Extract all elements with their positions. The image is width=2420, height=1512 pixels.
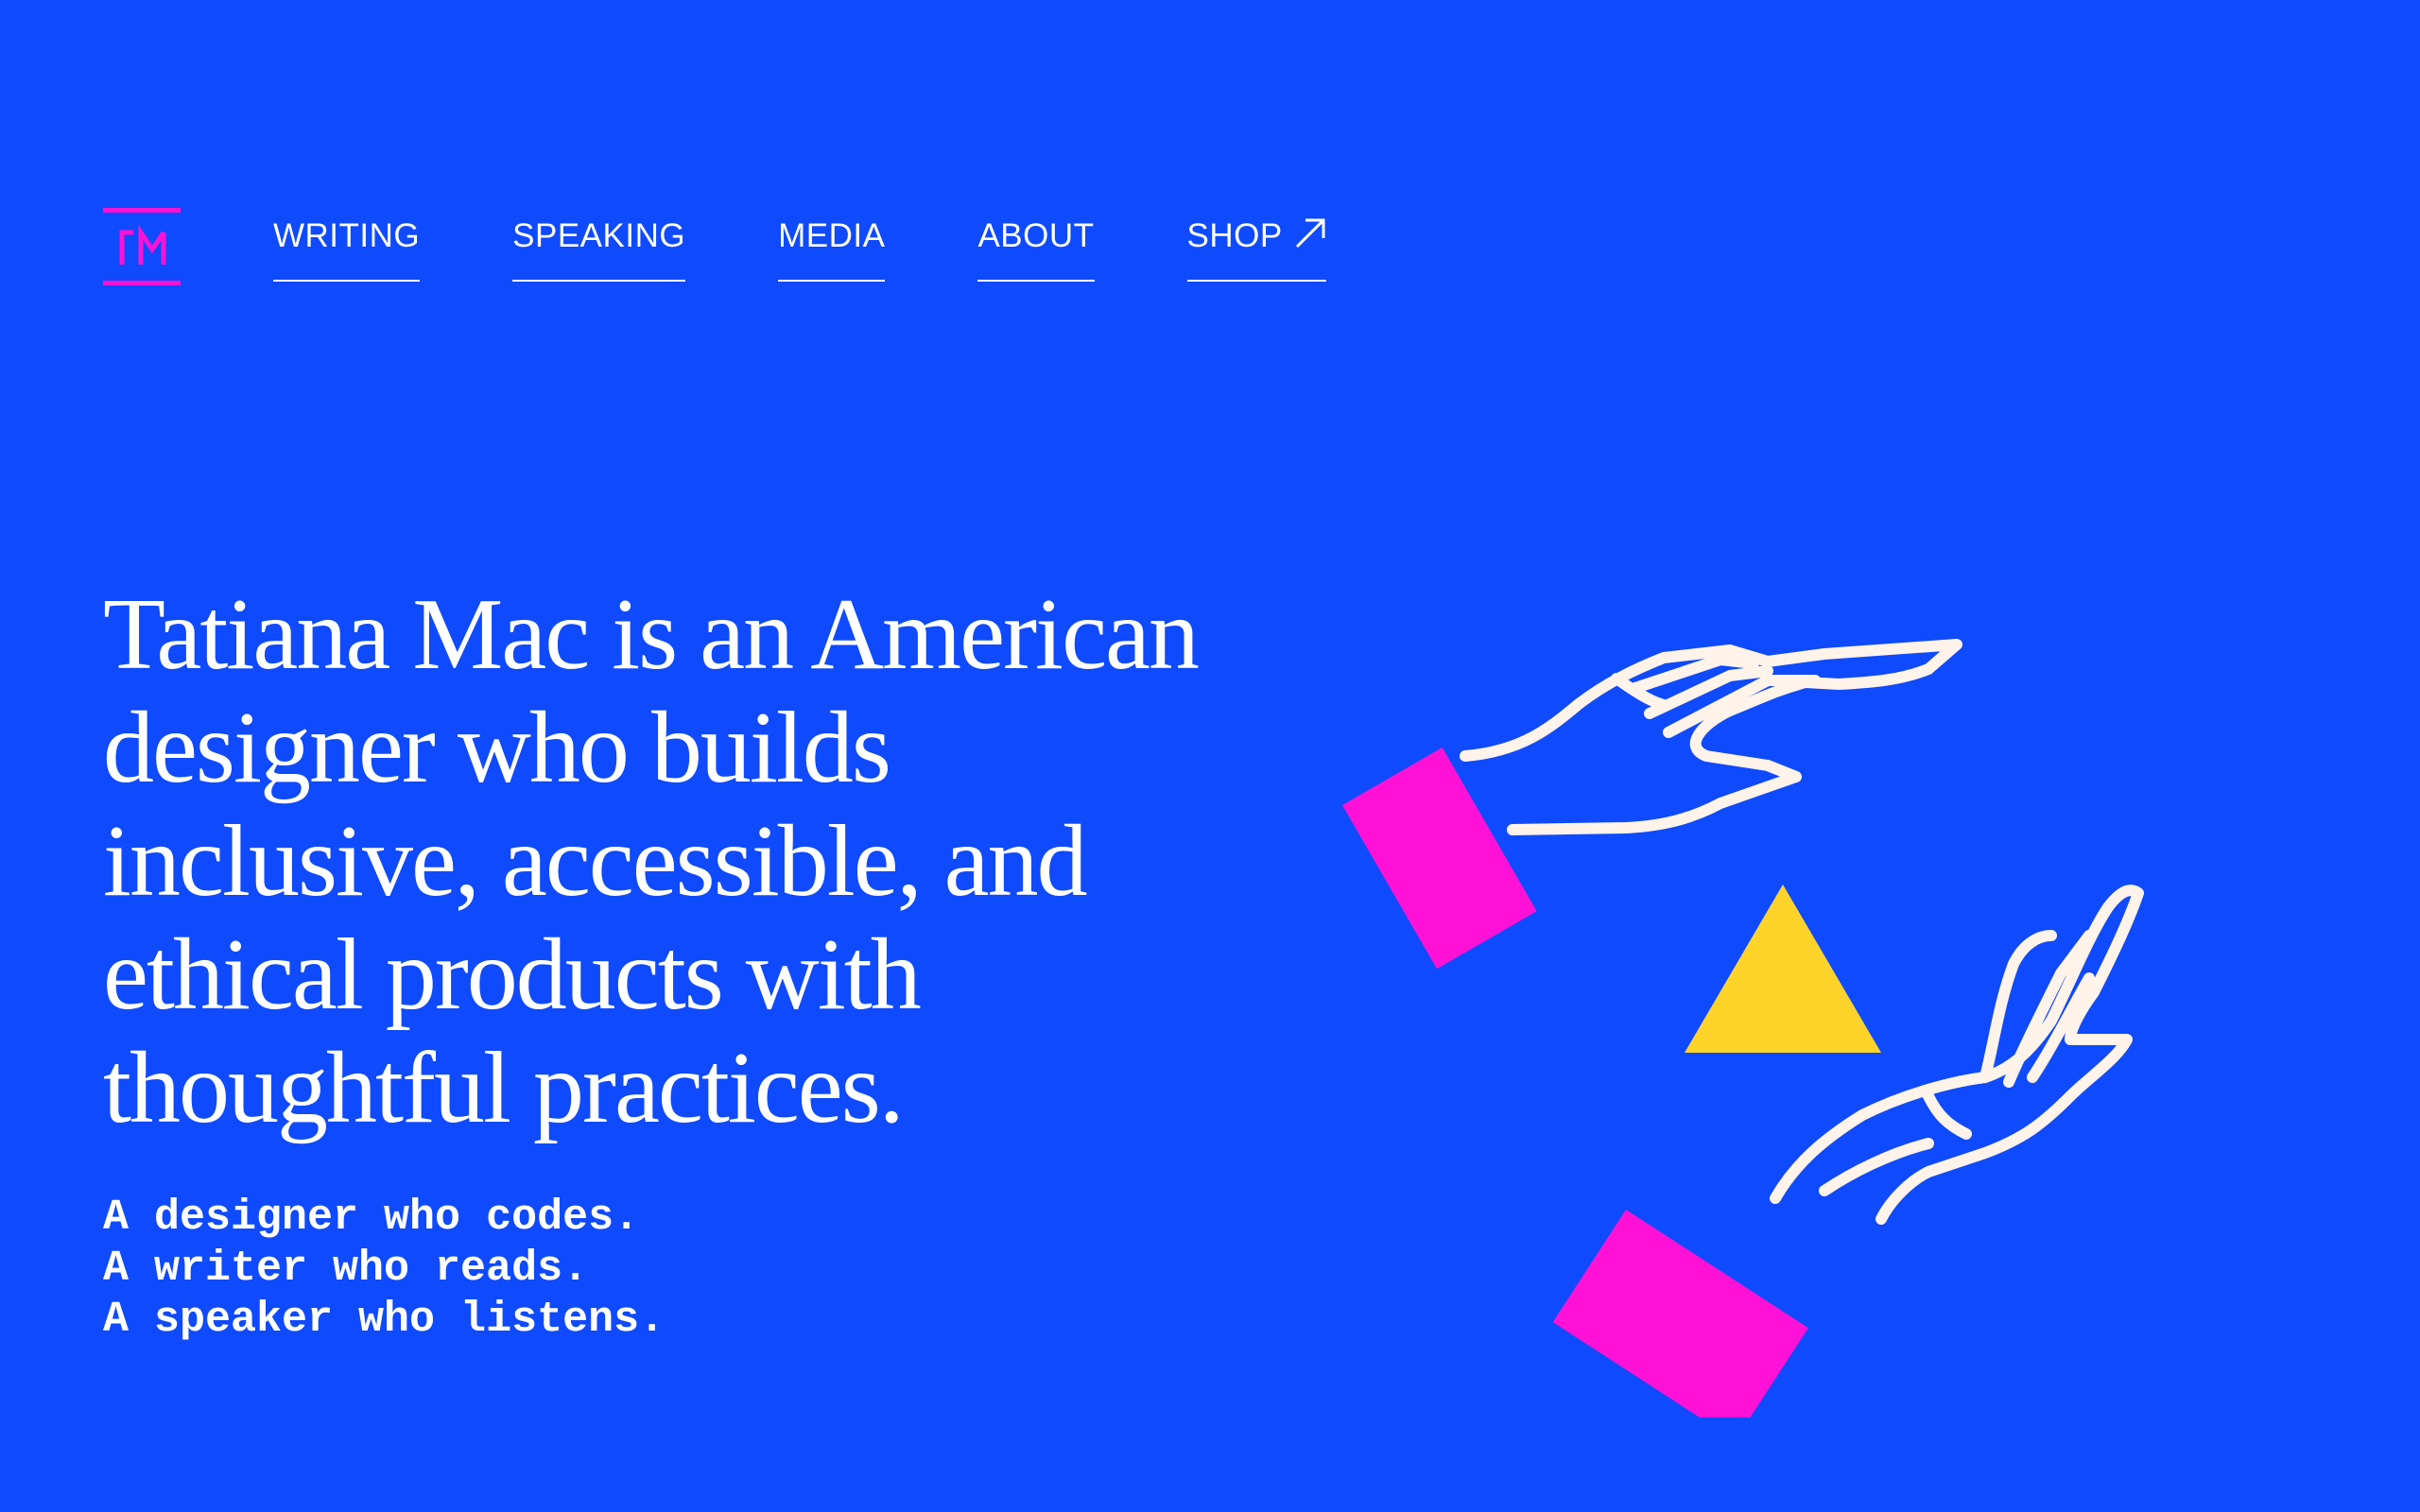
external-arrow-icon	[1295, 218, 1325, 249]
triangle-icon	[1685, 885, 1881, 1053]
lower-cuff	[1552, 1210, 1808, 1418]
logo-icon[interactable]	[103, 208, 181, 285]
hero-headline: Tatiana Mac is an American designer who …	[103, 578, 1200, 1144]
nav-shop-label: SHOP	[1186, 217, 1283, 254]
hands-illustration	[1342, 639, 2144, 1418]
tagline-line: A designer who codes.	[103, 1194, 640, 1242]
tagline-line: A speaker who listens.	[103, 1296, 666, 1344]
nav-writing-link[interactable]: WRITING	[273, 214, 421, 282]
upper-hand-icon	[1460, 639, 1962, 835]
nav-media-link[interactable]: MEDIA	[778, 214, 886, 282]
upper-cuff	[1342, 747, 1537, 970]
nav-about-link[interactable]: ABOUT	[977, 214, 1095, 282]
hero-tagline: A designer who codes. A writer who reads…	[103, 1193, 665, 1346]
nav-shop-link[interactable]: SHOP	[1186, 214, 1326, 282]
tagline-line: A writer who reads.	[103, 1245, 589, 1293]
lower-hand-icon	[1770, 885, 2144, 1225]
main-nav: WRITING SPEAKING MEDIA ABOUT SHOP	[273, 214, 1326, 282]
nav-speaking-link[interactable]: SPEAKING	[512, 214, 686, 282]
